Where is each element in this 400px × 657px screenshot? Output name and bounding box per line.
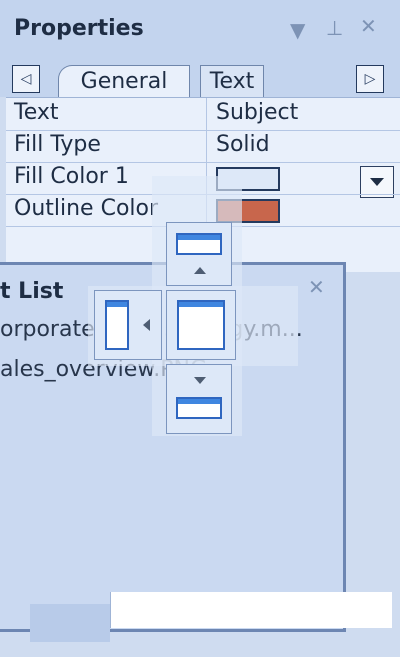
chevron-down-icon[interactable]: ▼ <box>290 18 305 42</box>
arrow-up-icon <box>194 267 206 274</box>
pin-icon[interactable]: ⊥ <box>326 16 343 40</box>
dock-center-icon <box>177 300 225 350</box>
arrow-left-icon <box>143 319 150 331</box>
scroll-left-icon[interactable]: ◁ <box>12 65 40 93</box>
dock-bottom-icon <box>176 397 222 419</box>
dock-center-zone[interactable] <box>166 290 236 360</box>
property-name: Text <box>14 100 59 125</box>
list-window-title: t List <box>0 279 64 304</box>
dock-top-icon <box>176 233 222 255</box>
property-value[interactable]: Solid <box>216 132 270 157</box>
property-row[interactable]: Fill Type Solid <box>6 130 400 198</box>
arrow-down-icon <box>194 377 206 384</box>
close-icon[interactable]: ✕ <box>308 275 325 299</box>
dock-top-zone[interactable] <box>166 222 232 286</box>
scrollbar-track[interactable] <box>110 592 392 628</box>
tab-label: Text <box>209 69 255 94</box>
dock-left-zone[interactable] <box>94 290 162 360</box>
panel-title: Properties <box>14 16 144 41</box>
scrollbar-thumb[interactable] <box>30 604 110 642</box>
tab-strip: ◁ General Text ▷ <box>0 62 400 97</box>
property-value[interactable]: Subject <box>216 100 298 125</box>
property-name: Outline Color <box>14 196 159 221</box>
property-name: Fill Color 1 <box>14 164 129 189</box>
property-name: Fill Type <box>14 132 101 157</box>
dock-left-icon <box>105 300 129 350</box>
dock-bottom-zone[interactable] <box>166 364 232 434</box>
scroll-right-icon[interactable]: ▷ <box>356 65 384 93</box>
tab-text[interactable]: Text <box>200 65 264 97</box>
property-row[interactable]: Text Subject <box>6 98 400 131</box>
tab-general[interactable]: General <box>58 65 190 97</box>
close-icon[interactable]: ✕ <box>360 14 377 38</box>
panel-header: Properties ▼ ⊥ ✕ <box>0 0 400 62</box>
tab-label: General <box>80 69 168 94</box>
